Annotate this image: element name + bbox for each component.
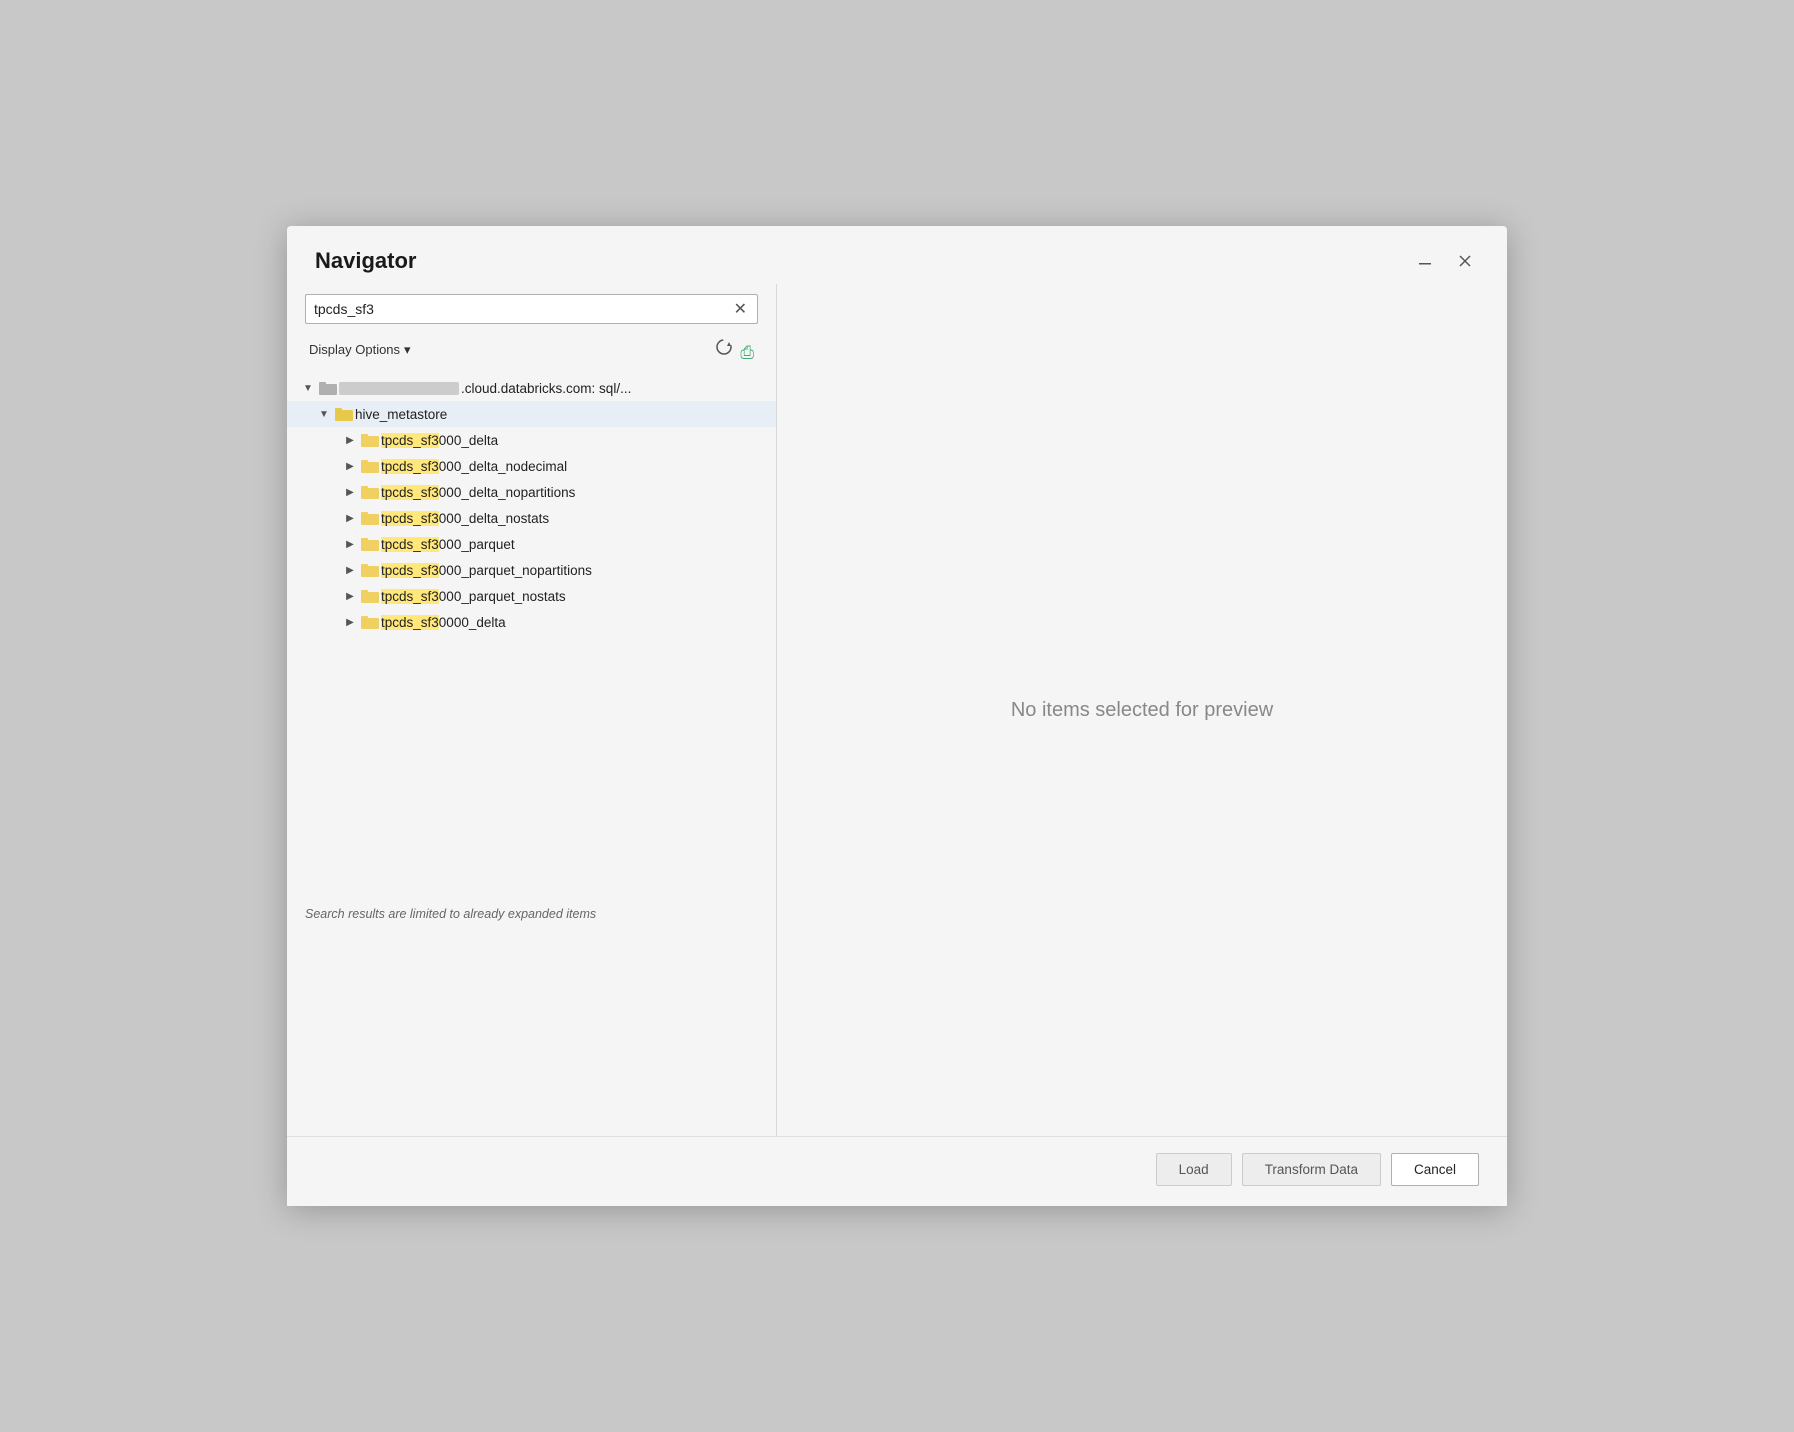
search-input[interactable] — [314, 301, 732, 317]
minimize-icon — [1417, 253, 1433, 269]
expand-icon-5: ▶ — [341, 561, 359, 579]
folder-icon-1 — [359, 457, 381, 475]
tree-node-0[interactable]: ▶ tpcds_sf3000_delta — [287, 427, 776, 453]
search-clear-button[interactable]: ✕ — [732, 299, 749, 319]
node-label-6: tpcds_sf3000_parquet_nostats — [381, 589, 768, 604]
folder-icon-hive — [333, 405, 355, 423]
left-panel: ✕ Display Options ▾ ⎙ — [287, 284, 777, 1136]
expand-icon-hive: ▼ — [315, 405, 333, 423]
clear-icon: ✕ — [734, 299, 747, 319]
folder-icon-7 — [359, 613, 381, 631]
tree-node-7[interactable]: ▶ tpcds_sf30000_delta — [287, 609, 776, 635]
dialog-footer: Load Transform Data Cancel — [287, 1136, 1507, 1206]
search-hint: Search results are limited to already ex… — [287, 895, 776, 937]
root-node-label: .cloud.databricks.com: sql/... — [339, 381, 768, 396]
node-label-1: tpcds_sf3000_delta_nodecimal — [381, 459, 768, 474]
folder-icon-2 — [359, 483, 381, 501]
tree-root-node[interactable]: ▼ .cloud.databricks.com: sql/... — [287, 375, 776, 401]
node-label-3: tpcds_sf3000_delta_nostats — [381, 511, 768, 526]
tree-node-1[interactable]: ▶ tpcds_sf3000_delta_nodecimal — [287, 453, 776, 479]
expand-icon-3: ▶ — [341, 509, 359, 527]
display-options-row: Display Options ▾ ⎙ — [305, 334, 758, 365]
search-bar-container: ✕ — [305, 294, 758, 324]
preview-empty-message: No items selected for preview — [1011, 699, 1273, 722]
node-label-5: tpcds_sf3000_parquet_nopartitions — [381, 563, 768, 578]
minimize-button[interactable] — [1411, 251, 1439, 271]
expand-icon-0: ▶ — [341, 431, 359, 449]
transform-data-button[interactable]: Transform Data — [1242, 1153, 1381, 1186]
hive-metastore-label: hive_metastore — [355, 407, 768, 422]
expand-icon-7: ▶ — [341, 613, 359, 631]
load-button[interactable]: Load — [1156, 1153, 1232, 1186]
refresh-doc-icon: ⎙ — [740, 343, 754, 362]
titlebar-controls — [1411, 251, 1479, 271]
folder-icon-root — [317, 379, 339, 397]
dialog-titlebar: Navigator — [287, 226, 1507, 284]
expand-icon-2: ▶ — [341, 483, 359, 501]
expand-icon-1: ▶ — [341, 457, 359, 475]
cancel-button[interactable]: Cancel — [1391, 1153, 1479, 1186]
folder-icon-5 — [359, 561, 381, 579]
tree-node-5[interactable]: ▶ tpcds_sf3000_parquet_nopartitions — [287, 557, 776, 583]
close-icon — [1457, 253, 1473, 269]
tree-area: ▼ .cloud.databricks.com: sql/... ▼ hive_… — [287, 371, 776, 1136]
folder-icon-0 — [359, 431, 381, 449]
close-button[interactable] — [1451, 251, 1479, 271]
tree-spacer — [287, 635, 776, 895]
tree-node-3[interactable]: ▶ tpcds_sf3000_delta_nostats — [287, 505, 776, 531]
node-label-0: tpcds_sf3000_delta — [381, 433, 768, 448]
dialog-title: Navigator — [315, 248, 416, 274]
display-options-button[interactable]: Display Options ▾ — [305, 340, 415, 360]
folder-icon-3 — [359, 509, 381, 527]
display-options-label: Display Options — [309, 342, 400, 357]
right-panel: No items selected for preview — [777, 284, 1507, 1136]
expand-icon-6: ▶ — [341, 587, 359, 605]
redacted-text — [339, 382, 459, 395]
refresh-button[interactable]: ⎙ — [709, 334, 758, 365]
folder-icon-4 — [359, 535, 381, 553]
tree-node-hive-metastore[interactable]: ▼ hive_metastore — [287, 401, 776, 427]
tree-node-6[interactable]: ▶ tpcds_sf3000_parquet_nostats — [287, 583, 776, 609]
folder-icon-6 — [359, 587, 381, 605]
navigator-dialog: Navigator ✕ — [287, 226, 1507, 1206]
node-label-2: tpcds_sf3000_delta_nopartitions — [381, 485, 768, 500]
tree-node-4[interactable]: ▶ tpcds_sf3000_parquet — [287, 531, 776, 557]
dialog-body: ✕ Display Options ▾ ⎙ — [287, 284, 1507, 1136]
expand-icon-4: ▶ — [341, 535, 359, 553]
expand-icon-root: ▼ — [299, 379, 317, 397]
refresh-icon — [713, 336, 735, 358]
node-label-7: tpcds_sf30000_delta — [381, 615, 768, 630]
node-label-4: tpcds_sf3000_parquet — [381, 537, 768, 552]
chevron-down-icon: ▾ — [404, 342, 411, 358]
tree-node-2[interactable]: ▶ tpcds_sf3000_delta_nopartitions — [287, 479, 776, 505]
